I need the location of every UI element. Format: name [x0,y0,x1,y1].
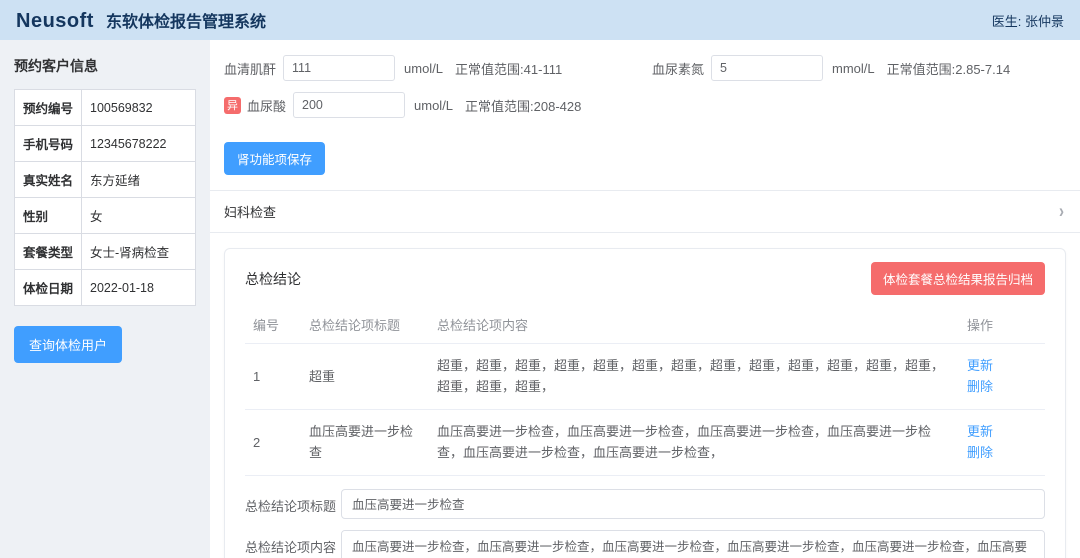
table-row: 手机号码 12345678222 [15,126,196,162]
field-value: 2022-01-18 [82,270,196,306]
sidebar-title: 预约客户信息 [14,56,196,76]
serum-creatinine-field: 血清肌酐 umol/L 正常值范围:41-111 [224,55,652,81]
main-content: 血清肌酐 umol/L 正常值范围:41-111 血尿素氮 mmol/L 正常值… [210,40,1080,558]
chevron-right-icon: › [1059,200,1064,222]
field-label: 血尿酸 [247,96,286,115]
brand-area: Neusoft 东软体检报告管理系统 [16,8,266,33]
field-value: 100569832 [82,90,196,126]
delete-link[interactable]: 删除 [967,379,993,394]
field-label: 体检日期 [15,270,82,306]
column-header-content: 总检结论项内容 [429,306,959,344]
blood-uric-acid-field: 异 血尿酸 umol/L 正常值范围:208-428 [224,92,581,118]
app-header: Neusoft 东软体检报告管理系统 医生: 张仲景 [0,0,1080,40]
blood-uric-acid-input[interactable] [293,92,405,118]
column-header-id: 编号 [245,306,301,344]
field-label: 血清肌酐 [224,59,276,78]
delete-link[interactable]: 删除 [967,445,993,460]
table-row: 2 血压高要进一步检查 血压高要进一步检查，血压高要进一步检查，血压高要进一步检… [245,409,1045,475]
brand-logo: Neusoft [16,10,94,33]
field-value: 女士-肾病检查 [82,234,196,270]
conclusion-title-label: 总检结论项标题 [245,489,341,515]
field-label: 手机号码 [15,126,82,162]
blood-urea-nitrogen-input[interactable] [711,55,823,81]
column-header-title: 总检结论项标题 [301,306,429,344]
table-row: 体检日期 2022-01-18 [15,270,196,306]
normal-range-label: 正常值范围:41-111 [455,59,562,78]
table-row: 预约编号 100569832 [15,90,196,126]
field-label: 血尿素氮 [652,59,704,78]
update-link[interactable]: 更新 [967,358,993,373]
row-id: 1 [245,344,301,410]
field-value: 东方延绪 [82,162,196,198]
field-value: 12345678222 [82,126,196,162]
row-title: 血压高要进一步检查 [301,409,429,475]
update-link[interactable]: 更新 [967,424,993,439]
kidney-function-section: 血清肌酐 umol/L 正常值范围:41-111 血尿素氮 mmol/L 正常值… [210,40,1080,190]
conclusion-form: 总检结论项标题 总检结论项内容 血压高要进一步检查，血压高要进一步检查，血压高要… [245,489,1045,558]
field-label: 真实姓名 [15,162,82,198]
customer-info-sidebar: 预约客户信息 预约编号 100569832 手机号码 12345678222 真… [0,40,210,558]
app-title: 东软体检报告管理系统 [106,8,266,32]
field-value: 女 [82,198,196,234]
conclusion-title-input[interactable] [341,489,1045,519]
table-row: 套餐类型 女士-肾病检查 [15,234,196,270]
field-label: 性别 [15,198,82,234]
conclusion-content-label: 总检结论项内容 [245,530,341,556]
row-title: 超重 [301,344,429,410]
serum-creatinine-input[interactable] [283,55,395,81]
table-row: 性别 女 [15,198,196,234]
archive-report-button[interactable]: 体检套餐总检结果报告归档 [871,262,1045,295]
conclusion-content-textarea[interactable]: 血压高要进一步检查，血压高要进一步检查，血压高要进一步检查，血压高要进一步检查，… [341,530,1045,558]
conclusion-table: 编号 总检结论项标题 总检结论项内容 操作 1 超重 超重，超重，超重，超重，超… [245,306,1045,476]
query-user-button[interactable]: 查询体检用户 [14,326,122,363]
normal-range-label: 正常值范围:208-428 [465,96,581,115]
unit-label: umol/L [414,98,453,113]
abnormal-badge: 异 [224,97,241,114]
conclusion-card-header: 总检结论 体检套餐总检结果报告归档 [225,249,1065,306]
collapse-title: 妇科检查 [224,202,276,221]
unit-label: mmol/L [832,61,875,76]
field-label: 套餐类型 [15,234,82,270]
row-content: 血压高要进一步检查，血压高要进一步检查，血压高要进一步检查，血压高要进一步检查，… [429,409,959,475]
conclusion-title: 总检结论 [245,269,301,289]
column-header-action: 操作 [959,306,1045,344]
table-row: 1 超重 超重，超重，超重，超重，超重，超重，超重，超重，超重，超重，超重，超重… [245,344,1045,410]
normal-range-label: 正常值范围:2.85-7.14 [887,59,1011,78]
row-id: 2 [245,409,301,475]
blood-urea-nitrogen-field: 血尿素氮 mmol/L 正常值范围:2.85-7.14 [652,55,1010,81]
conclusion-card: 总检结论 体检套餐总检结果报告归档 编号 总检结论项标题 总检结论项内容 操作 [224,248,1066,558]
doctor-label: 医生: 张仲景 [992,11,1064,30]
unit-label: umol/L [404,61,443,76]
kidney-save-button[interactable]: 肾功能项保存 [224,142,325,175]
conclusion-card-body: 编号 总检结论项标题 总检结论项内容 操作 1 超重 超重，超重，超重，超重，超… [225,306,1065,558]
field-label: 预约编号 [15,90,82,126]
gynecology-collapse-header[interactable]: 妇科检查 › [210,190,1080,233]
customer-info-table: 预约编号 100569832 手机号码 12345678222 真实姓名 东方延… [14,89,196,306]
row-content: 超重，超重，超重，超重，超重，超重，超重，超重，超重，超重，超重，超重，超重，超… [429,344,959,410]
table-row: 真实姓名 东方延绪 [15,162,196,198]
table-header-row: 编号 总检结论项标题 总检结论项内容 操作 [245,306,1045,344]
